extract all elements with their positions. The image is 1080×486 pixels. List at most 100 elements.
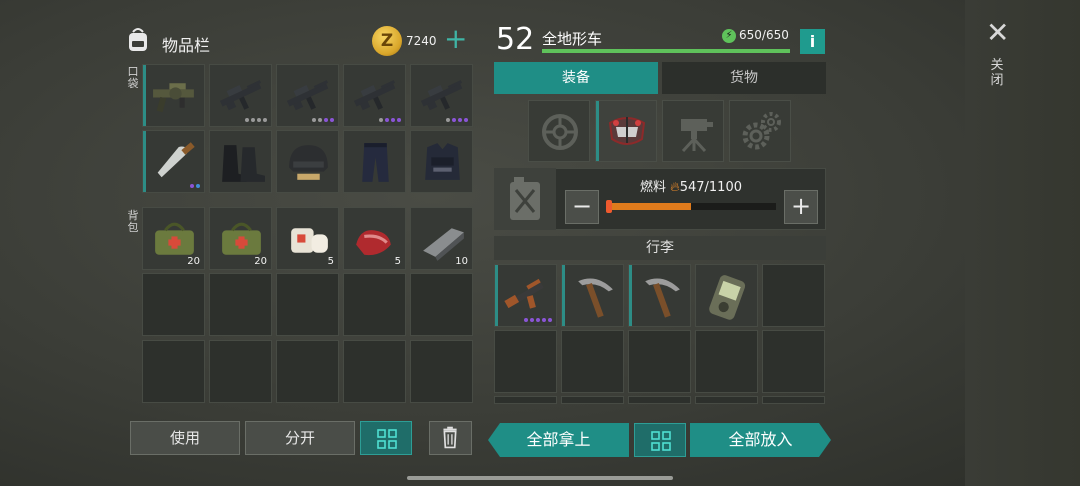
empty-slot[interactable] bbox=[695, 396, 758, 404]
tab-cargo[interactable]: 货物 bbox=[662, 62, 826, 94]
empty-slot[interactable] bbox=[343, 340, 406, 403]
item-slot-ak-rifle[interactable] bbox=[494, 264, 557, 327]
empty-slot[interactable] bbox=[276, 273, 339, 336]
rarity-dots bbox=[524, 318, 552, 322]
empty-slot[interactable] bbox=[410, 340, 473, 403]
frame-slot[interactable] bbox=[595, 100, 657, 162]
pocket-label: 口袋 bbox=[127, 65, 139, 90]
item-slot-assault-rifle[interactable] bbox=[410, 64, 473, 127]
item-count: 10 bbox=[455, 256, 468, 267]
vehicle-name: 全地形车 bbox=[542, 30, 603, 48]
empty-slot[interactable] bbox=[762, 264, 825, 327]
item-slot-pickaxe[interactable] bbox=[561, 264, 624, 327]
rarity-dot bbox=[196, 184, 200, 188]
item-slot-raw-meat[interactable]: 5 bbox=[343, 207, 406, 270]
assault-rifle-icon bbox=[286, 80, 329, 111]
empty-slot[interactable] bbox=[142, 273, 205, 336]
rarity-dot bbox=[330, 118, 334, 122]
rarity-dot bbox=[536, 318, 540, 322]
item-slot-pants[interactable] bbox=[343, 130, 406, 193]
use-button[interactable]: 使用 bbox=[130, 421, 240, 455]
empty-slot[interactable] bbox=[276, 340, 339, 403]
empty-slot[interactable] bbox=[762, 330, 825, 393]
fuel-increase-button[interactable]: + bbox=[784, 190, 818, 224]
rarity-dot bbox=[524, 318, 528, 322]
fuel-slot[interactable] bbox=[494, 168, 556, 230]
coin-icon: Z bbox=[372, 26, 402, 56]
wheel-slot[interactable] bbox=[528, 100, 590, 162]
item-count: 5 bbox=[394, 256, 401, 267]
pickaxe-icon bbox=[645, 278, 680, 318]
rarity-dot bbox=[245, 118, 249, 122]
item-slot-pickaxe[interactable] bbox=[628, 264, 691, 327]
fuel-slider[interactable] bbox=[608, 203, 776, 210]
ak-rifle-icon bbox=[504, 278, 544, 309]
empty-slot[interactable] bbox=[209, 273, 272, 336]
cargo-title: 行李 bbox=[494, 236, 826, 260]
split-button[interactable]: 分开 bbox=[245, 421, 355, 455]
item-slot-medkit-bag[interactable]: 20 bbox=[209, 207, 272, 270]
empty-slot[interactable] bbox=[762, 396, 825, 404]
inventory-header: 物品栏 Z 7240 + bbox=[124, 24, 474, 60]
empty-slot[interactable] bbox=[343, 273, 406, 336]
item-slot-steel-ingot[interactable]: 10 bbox=[410, 207, 473, 270]
flame-icon: 🔥︎ bbox=[670, 180, 680, 195]
trash-icon bbox=[443, 426, 457, 449]
fuel-label: 燃料 bbox=[640, 180, 667, 195]
item-slot-vest[interactable] bbox=[410, 130, 473, 193]
item-slot-helmet[interactable] bbox=[276, 130, 339, 193]
empty-slot[interactable] bbox=[695, 330, 758, 393]
empty-slot[interactable] bbox=[628, 330, 691, 393]
engine-slot[interactable] bbox=[729, 100, 791, 162]
empty-slot[interactable] bbox=[628, 396, 691, 404]
item-slot-assault-rifle[interactable] bbox=[343, 64, 406, 127]
durability-value: 650/650 bbox=[739, 28, 789, 42]
fuel-slider-fill bbox=[608, 203, 691, 210]
rarity-dot bbox=[190, 184, 194, 188]
cargo-sort-button[interactable] bbox=[634, 423, 686, 457]
rarity-dot bbox=[397, 118, 401, 122]
item-slot-medkit-bag[interactable]: 20 bbox=[142, 207, 205, 270]
rarity-dot bbox=[452, 118, 456, 122]
info-button[interactable]: i bbox=[800, 29, 825, 54]
close-icon[interactable]: ✕ bbox=[986, 18, 1009, 48]
inventory-title: 物品栏 bbox=[162, 36, 211, 55]
item-slot-machete[interactable] bbox=[142, 130, 205, 193]
fuel-decrease-button[interactable]: − bbox=[565, 190, 599, 224]
empty-slot[interactable] bbox=[494, 330, 557, 393]
take-all-button[interactable]: 全部拿上 bbox=[488, 423, 629, 457]
wheel-icon bbox=[542, 114, 578, 150]
empty-slot[interactable] bbox=[410, 273, 473, 336]
empty-slot[interactable] bbox=[209, 340, 272, 403]
add-coins-button[interactable]: + bbox=[444, 24, 467, 54]
grenade-launcher-icon bbox=[153, 83, 194, 113]
item-slot-assault-rifle[interactable] bbox=[209, 64, 272, 127]
fuel-slider-handle[interactable] bbox=[606, 200, 612, 213]
tab-equipment[interactable]: 装备 bbox=[494, 62, 658, 94]
rarity-dot bbox=[379, 118, 383, 122]
item-slot-boots[interactable] bbox=[209, 130, 272, 193]
fuel-value: 547/1100 bbox=[679, 180, 742, 195]
empty-slot[interactable] bbox=[142, 340, 205, 403]
item-count: 5 bbox=[327, 256, 334, 267]
rarity-dot bbox=[391, 118, 395, 122]
rarity-dot bbox=[318, 118, 322, 122]
item-slot-gps-device[interactable] bbox=[695, 264, 758, 327]
sort-button[interactable] bbox=[360, 421, 412, 455]
slot-edge bbox=[629, 265, 632, 326]
rarity-dot bbox=[464, 118, 468, 122]
home-indicator[interactable] bbox=[407, 476, 673, 480]
put-all-button[interactable]: 全部放入 bbox=[690, 423, 831, 457]
delete-button[interactable] bbox=[429, 421, 472, 455]
empty-slot[interactable] bbox=[561, 330, 624, 393]
close-label[interactable]: 关闭 bbox=[990, 58, 1004, 88]
item-slot-assault-rifle[interactable] bbox=[276, 64, 339, 127]
vehicle-level: 52 bbox=[496, 22, 535, 57]
empty-slot[interactable] bbox=[561, 396, 624, 404]
empty-slot[interactable] bbox=[494, 396, 557, 404]
right-side-panel bbox=[965, 0, 1080, 486]
turret-slot[interactable] bbox=[662, 100, 724, 162]
rarity-dot bbox=[385, 118, 389, 122]
item-slot-bandage[interactable]: 5 bbox=[276, 207, 339, 270]
item-slot-grenade-launcher[interactable] bbox=[142, 64, 205, 127]
